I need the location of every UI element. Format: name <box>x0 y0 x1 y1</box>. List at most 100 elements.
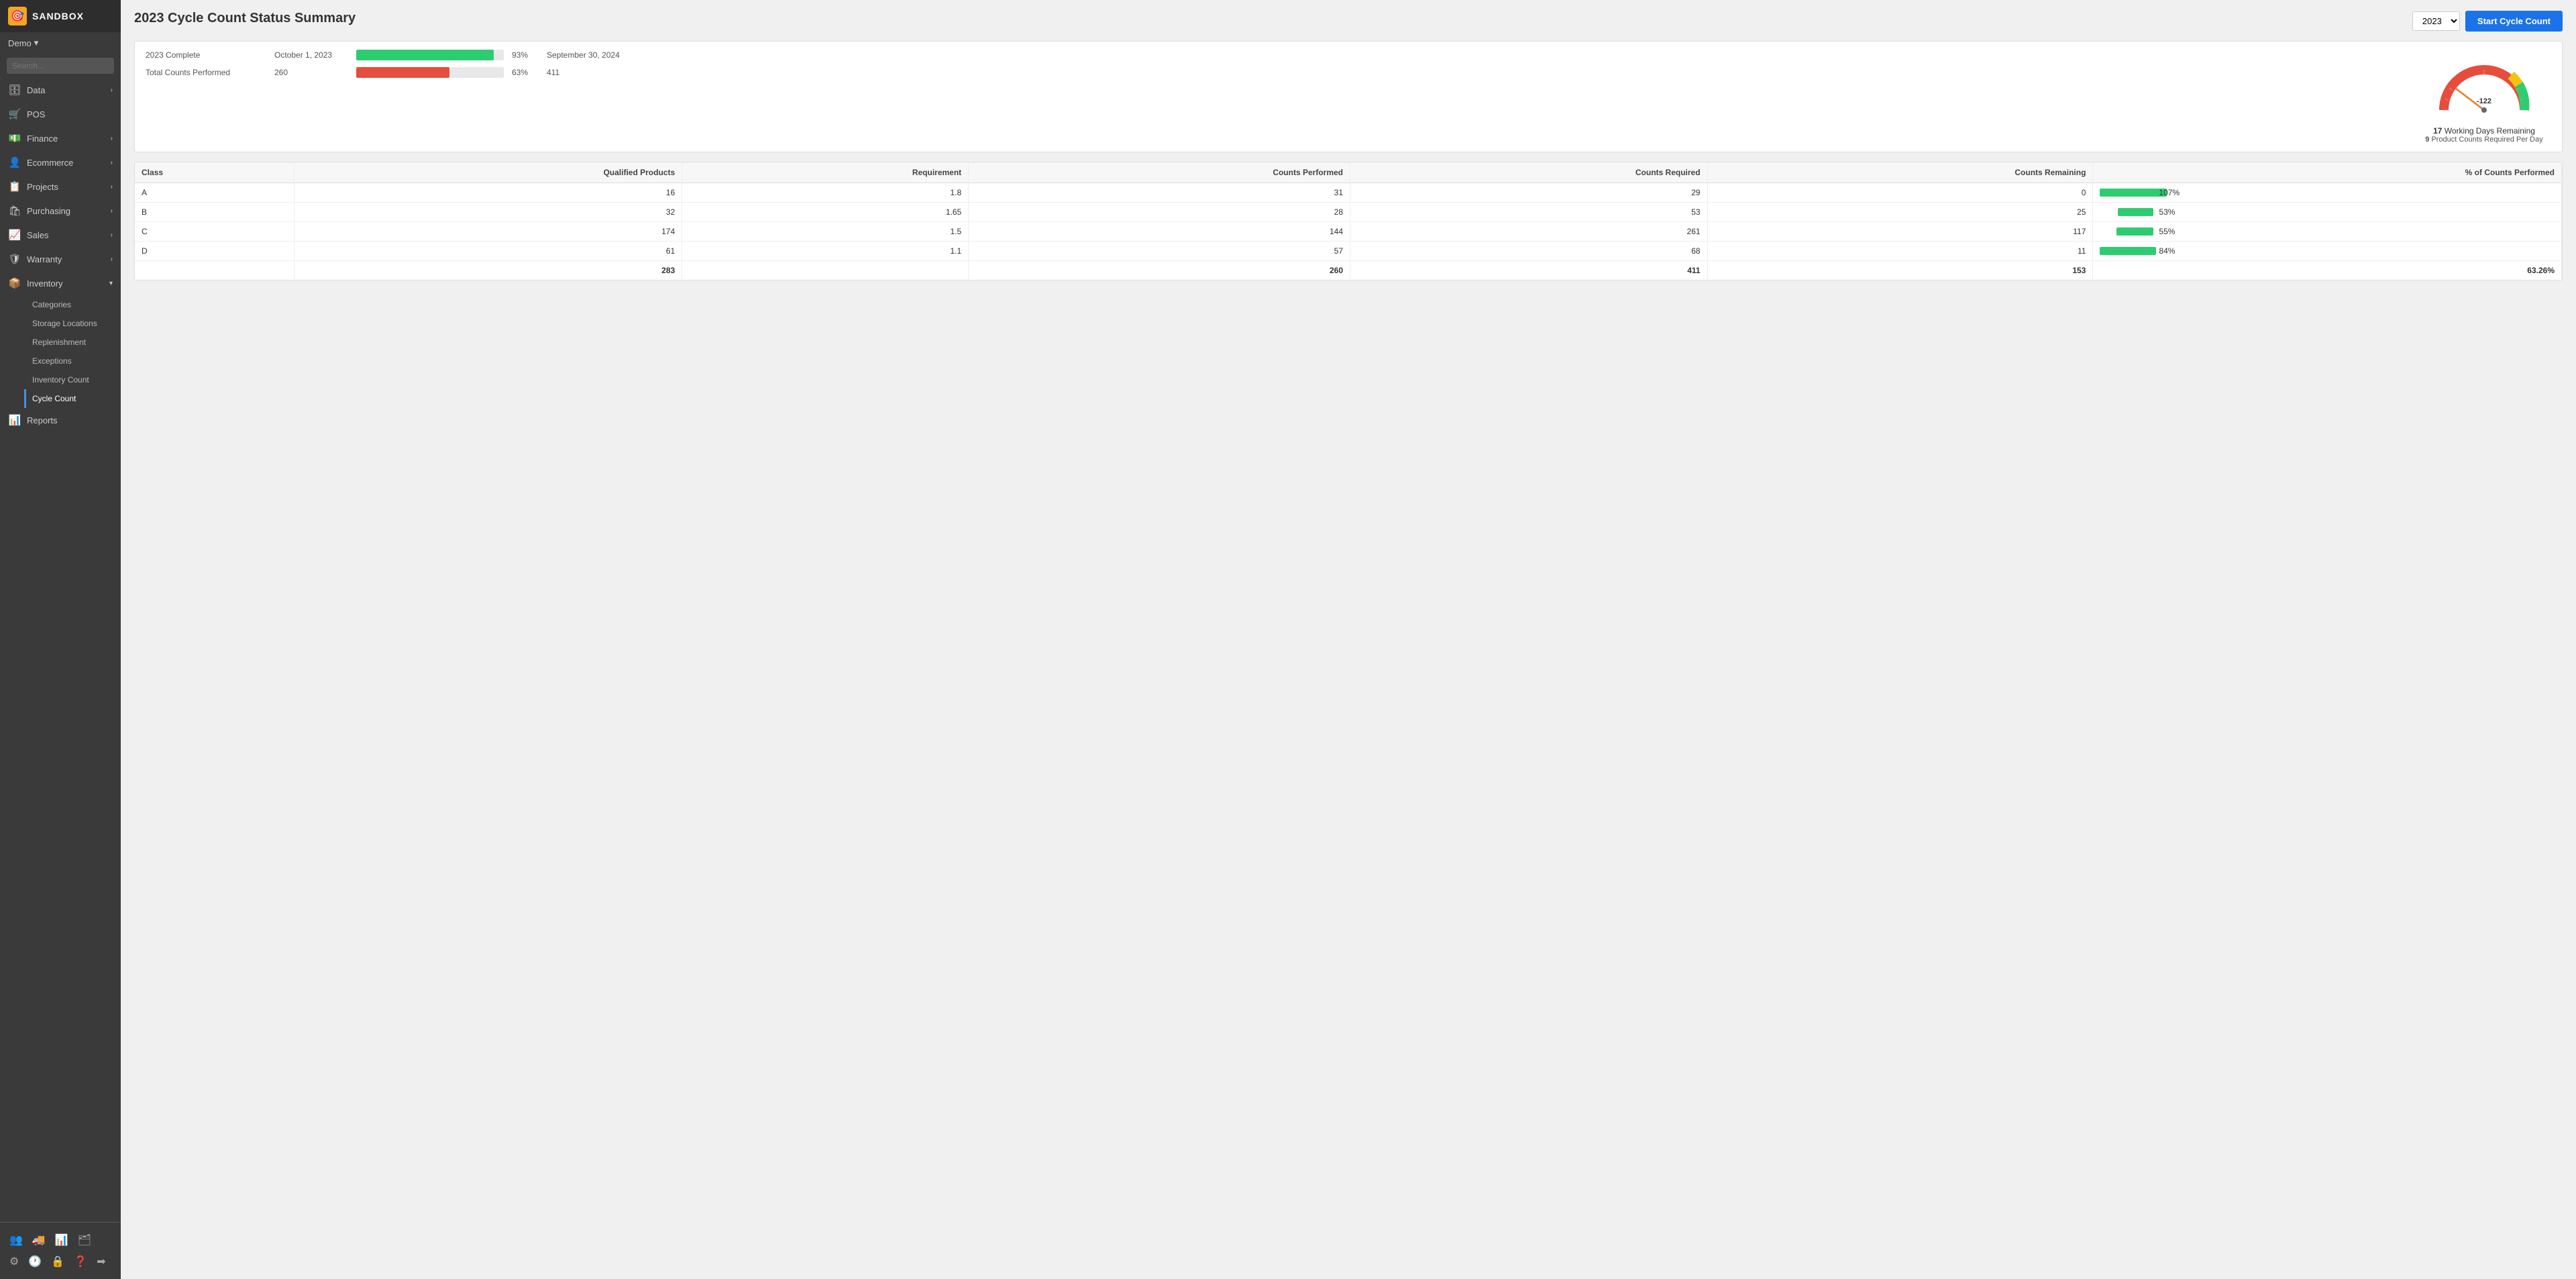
start-cycle-count-button[interactable]: Start Cycle Count <box>2465 11 2563 32</box>
sidebar-item-replenishment[interactable]: Replenishment <box>24 333 121 352</box>
sidebar-item-label: Purchasing <box>27 206 70 216</box>
mini-bar <box>2100 189 2167 197</box>
cell-qualified: 16 <box>294 183 682 203</box>
cell-class: B <box>135 203 294 222</box>
sidebar-item-inventory[interactable]: 📦 Inventory ▾ <box>0 271 121 295</box>
sidebar-item-sales[interactable]: 📈 Sales › <box>0 223 121 247</box>
chevron-right-icon: › <box>111 232 113 239</box>
sidebar-item-exceptions[interactable]: Exceptions <box>24 352 121 370</box>
summary-complete-start-date: October 1, 2023 <box>274 50 348 60</box>
sidebar-footer: 👥 🚚 📊 🗂 ⚙ 🕐 🔒 ❓ ➡ <box>0 1222 121 1279</box>
demo-label: Demo <box>8 38 32 48</box>
clock-icon[interactable]: 🕐 <box>28 1255 42 1268</box>
cell-remaining: 117 <box>1707 222 2093 242</box>
total-required: 411 <box>1350 261 1708 280</box>
cell-requirement: 1.65 <box>682 203 969 222</box>
grid-icon[interactable]: 🗂 <box>78 1233 91 1247</box>
total-remaining: 153 <box>1707 261 2093 280</box>
data-icon: 🗄 <box>8 84 21 96</box>
reports-icon: 📊 <box>8 414 21 426</box>
cell-qualified: 32 <box>294 203 682 222</box>
main-content-area: 2023 Cycle Count Status Summary 2023 202… <box>121 0 2576 1279</box>
logo-icon: 🎯 <box>8 7 27 25</box>
col-required: Counts Required <box>1350 162 1708 183</box>
mini-bar <box>2116 227 2153 236</box>
sidebar-item-pos[interactable]: 🛒 POS <box>0 102 121 126</box>
cell-required: 29 <box>1350 183 1708 203</box>
cell-remaining: 0 <box>1707 183 2093 203</box>
gauge-sublabel: 9 Product Counts Required Per Day <box>2425 136 2543 144</box>
col-remaining: Counts Remaining <box>1707 162 2093 183</box>
mini-bar-wrap <box>2100 208 2153 216</box>
cell-performed: 57 <box>969 242 1350 261</box>
cell-requirement: 1.1 <box>682 242 969 261</box>
table-row: B 32 1.65 28 53 25 53% <box>135 203 2562 222</box>
chevron-down-icon: ▾ <box>34 38 39 48</box>
total-performed: 260 <box>969 261 1350 280</box>
sidebar-item-label: Finance <box>27 134 58 144</box>
help-icon[interactable]: ❓ <box>74 1255 87 1268</box>
sidebar-item-storage-locations[interactable]: Storage Locations <box>24 314 121 333</box>
chevron-right-icon: › <box>111 256 113 263</box>
sidebar-item-purchasing[interactable]: 🛍 Purchasing › <box>0 199 121 223</box>
mini-bar-wrap <box>2100 189 2153 197</box>
truck-icon[interactable]: 🚚 <box>32 1233 46 1247</box>
mini-bar-wrap <box>2100 247 2153 255</box>
pos-icon: 🛒 <box>8 108 21 120</box>
cell-performed: 31 <box>969 183 1350 203</box>
col-requirement: Requirement <box>682 162 969 183</box>
sidebar-item-finance[interactable]: 💵 Finance › <box>0 126 121 150</box>
mini-bar <box>2118 208 2153 216</box>
total-pct: 63.26% <box>2093 261 2562 280</box>
settings-icon[interactable]: ⚙ <box>9 1255 19 1268</box>
sidebar-item-reports[interactable]: 📊 Reports <box>0 408 121 432</box>
cell-pct: 53% <box>2093 203 2562 222</box>
summary-total-label: Total Counts Performed <box>146 68 266 77</box>
header-controls: 2023 2024 2022 Start Cycle Count <box>2412 11 2563 32</box>
warranty-icon: 🛡 <box>8 253 21 265</box>
sidebar-item-warranty[interactable]: 🛡 Warranty › <box>0 247 121 271</box>
search-input[interactable] <box>7 58 114 74</box>
pct-text: 84% <box>2159 246 2175 256</box>
total-requirement <box>682 261 969 280</box>
cell-remaining: 25 <box>1707 203 2093 222</box>
sidebar-item-label: Sales <box>27 230 49 240</box>
table-body: A 16 1.8 31 29 0 107% B 32 1.65 28 53 25 <box>135 183 2562 280</box>
sidebar-item-ecommerce[interactable]: 👤 Ecommerce › <box>0 150 121 174</box>
cell-requirement: 1.5 <box>682 222 969 242</box>
chevron-right-icon: › <box>111 135 113 142</box>
projects-icon: 📋 <box>8 181 21 193</box>
lock-icon[interactable]: 🔒 <box>51 1255 64 1268</box>
table-row: C 174 1.5 144 261 117 55% <box>135 222 2562 242</box>
gauge-chart: -122 <box>2430 50 2538 123</box>
sidebar-item-categories[interactable]: Categories <box>24 295 121 314</box>
summary-total-count: 260 <box>274 68 348 77</box>
cell-required: 53 <box>1350 203 1708 222</box>
summary-section: 2023 Complete October 1, 2023 93% Septem… <box>134 41 2563 152</box>
year-select[interactable]: 2023 2024 2022 <box>2412 11 2460 31</box>
col-qualified: Qualified Products <box>294 162 682 183</box>
gauge-product-counts-text: Product Counts Required Per Day <box>2431 136 2542 144</box>
gauge-days-label: 17 Working Days Remaining <box>2433 126 2535 136</box>
chevron-right-icon: › <box>111 207 113 215</box>
cell-required: 68 <box>1350 242 1708 261</box>
table-header-row: Class Qualified Products Requirement Cou… <box>135 162 2562 183</box>
sidebar-item-label: Inventory <box>27 278 62 289</box>
footer-bottom-icons: ⚙ 🕐 🔒 ❓ ➡ <box>7 1251 114 1272</box>
col-class: Class <box>135 162 294 183</box>
sidebar-item-cycle-count[interactable]: Cycle Count <box>24 389 121 408</box>
sidebar-item-projects[interactable]: 📋 Projects › <box>0 174 121 199</box>
cell-qualified: 61 <box>294 242 682 261</box>
sidebar: 🎯 SANDBOX Demo ▾ 🗄 Data › 🛒 POS 💵 Financ… <box>0 0 121 1279</box>
chart-icon[interactable]: 📊 <box>55 1233 68 1247</box>
sidebar-item-inventory-count[interactable]: Inventory Count <box>24 370 121 389</box>
sidebar-item-label: Data <box>27 85 45 95</box>
users-icon[interactable]: 👥 <box>9 1233 23 1247</box>
data-table: Class Qualified Products Requirement Cou… <box>134 162 2563 280</box>
sidebar-item-data[interactable]: 🗄 Data › <box>0 78 121 102</box>
logout-icon[interactable]: ➡ <box>97 1255 105 1268</box>
gauge-section: -122 17 Working Days Remaining 9 Product… <box>2417 50 2551 144</box>
page-title: 2023 Cycle Count Status Summary <box>134 11 356 26</box>
demo-selector[interactable]: Demo ▾ <box>0 32 121 54</box>
col-pct: % of Counts Performed <box>2093 162 2562 183</box>
